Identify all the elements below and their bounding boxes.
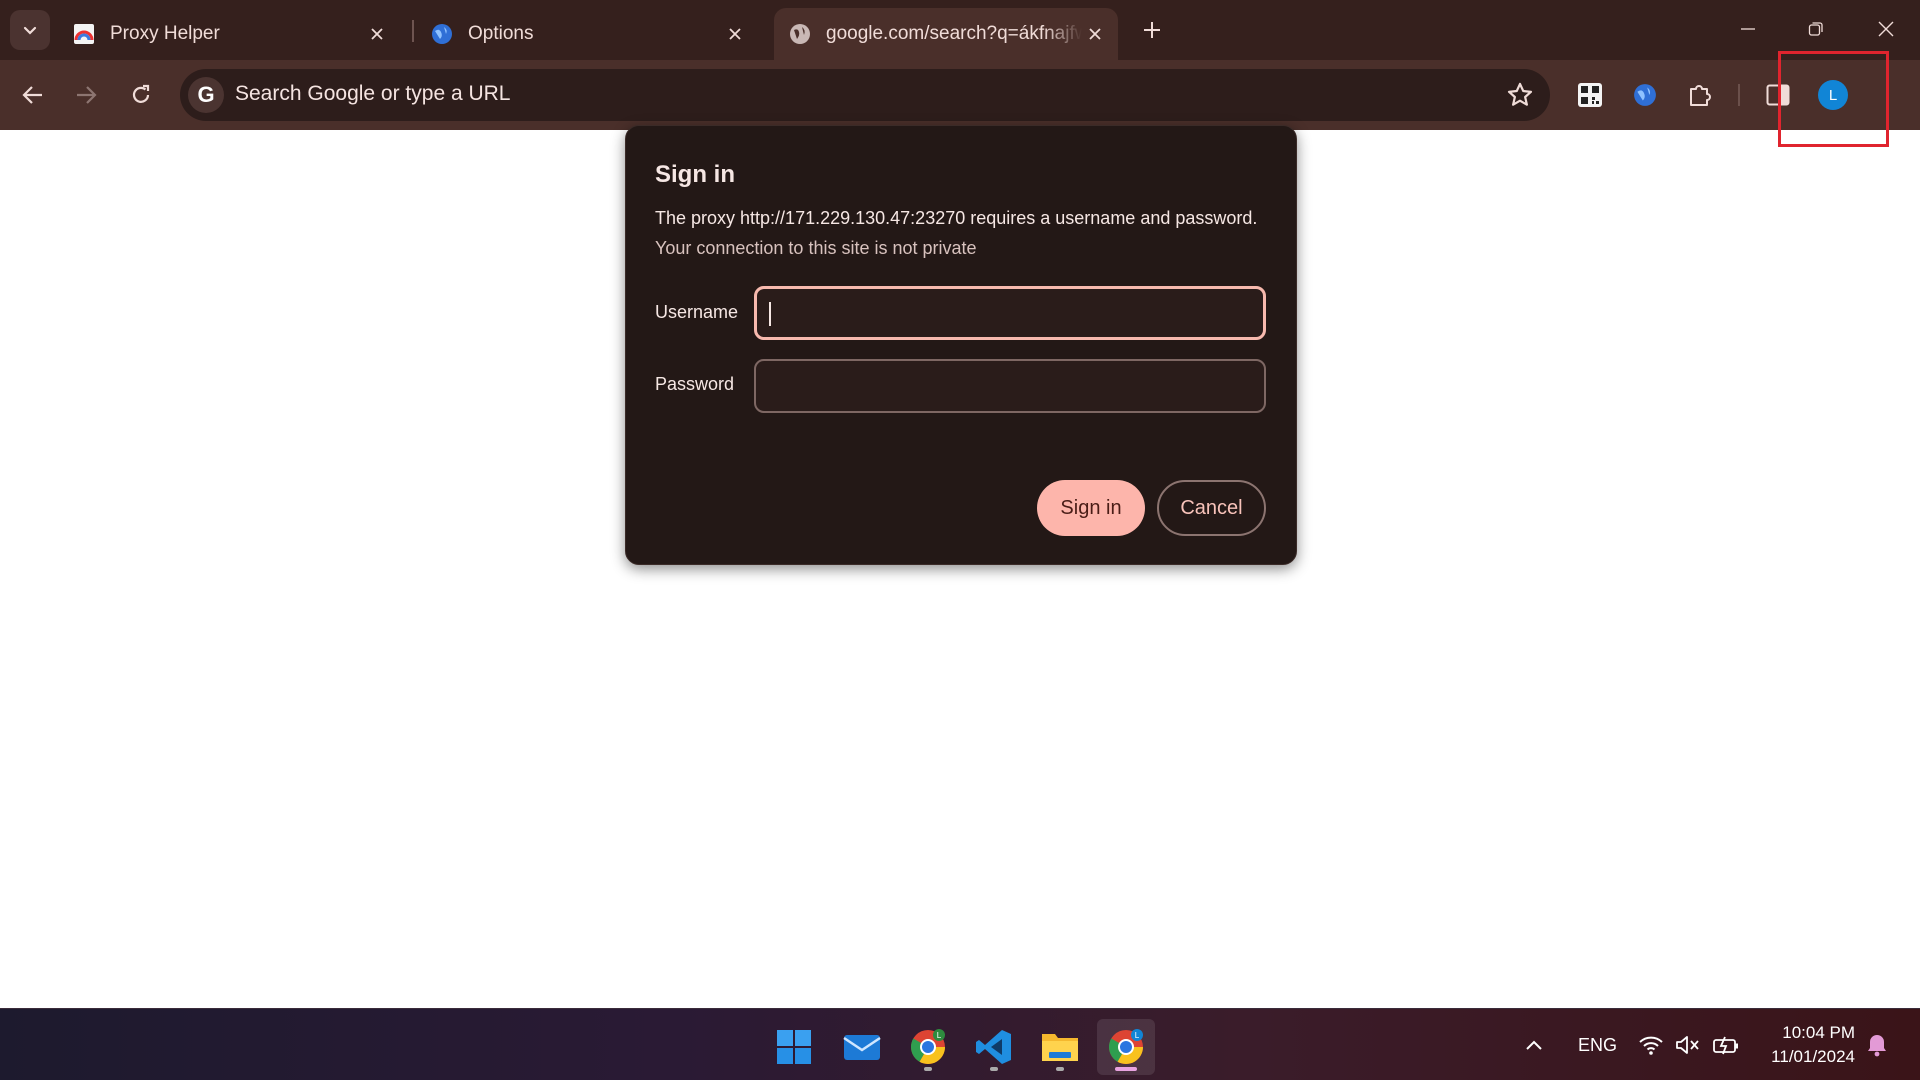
globe-icon — [430, 22, 454, 46]
clock-date: 11/01/2024 — [1771, 1047, 1855, 1066]
password-field[interactable] — [754, 359, 1266, 413]
tab-strip: Proxy Helper Options google.com/search?q… — [0, 0, 1920, 60]
extensions-puzzle-icon[interactable] — [1680, 75, 1720, 115]
restore-button[interactable] — [1782, 0, 1850, 58]
chrome-icon: L — [911, 1029, 945, 1064]
tab-proxy-helper[interactable]: Proxy Helper — [58, 8, 400, 60]
dialog-title: Sign in — [655, 161, 735, 188]
dialog-message: The proxy http://171.229.130.47:23270 re… — [655, 208, 1258, 228]
toolbar-divider — [1738, 84, 1740, 106]
chrome-icon: L — [1109, 1029, 1143, 1064]
text-caret — [769, 302, 771, 326]
proxy-helper-icon — [72, 22, 96, 46]
sign-in-button[interactable]: Sign in — [1037, 480, 1145, 536]
taskbar-mail[interactable] — [833, 1019, 891, 1075]
back-button[interactable] — [11, 73, 55, 117]
clock-time: 10:04 PM — [1782, 1023, 1855, 1042]
arrow-left-icon — [22, 86, 42, 104]
chevron-down-icon — [23, 26, 37, 35]
show-hidden-icons-button[interactable] — [1525, 1009, 1543, 1080]
close-icon[interactable] — [364, 21, 390, 47]
reload-icon — [132, 84, 150, 103]
tab-separator — [412, 20, 414, 42]
cancel-button[interactable]: Cancel — [1157, 480, 1266, 536]
tab-title: Options — [468, 23, 534, 44]
taskbar-file-explorer[interactable] — [1031, 1019, 1089, 1075]
qr-code-icon[interactable] — [1570, 75, 1610, 115]
close-icon — [1878, 21, 1894, 37]
arrow-right-icon — [77, 86, 97, 104]
close-icon[interactable] — [1082, 21, 1108, 47]
running-indicator — [1056, 1067, 1064, 1071]
wifi-icon[interactable] — [1638, 1009, 1664, 1080]
proxy-auth-dialog: Sign in The proxy http://171.229.130.47:… — [625, 125, 1297, 565]
battery-icon[interactable] — [1712, 1009, 1740, 1080]
notifications-button[interactable] — [1866, 1009, 1888, 1080]
reload-button[interactable] — [119, 73, 163, 117]
close-icon[interactable] — [722, 21, 748, 47]
running-indicator — [990, 1067, 998, 1071]
system-clock[interactable]: 10:04 PM 11/01/2024 — [1755, 1021, 1855, 1069]
globe-extension-icon[interactable] — [1625, 75, 1665, 115]
windows-icon — [777, 1030, 811, 1064]
username-field[interactable] — [754, 286, 1266, 340]
active-indicator — [1115, 1067, 1137, 1071]
svg-text:L: L — [937, 1031, 942, 1040]
new-tab-button[interactable] — [1134, 12, 1170, 48]
minimize-icon — [1741, 28, 1755, 30]
mail-icon — [843, 1035, 881, 1060]
bell-icon — [1868, 1035, 1886, 1057]
tab-google-search[interactable]: google.com/search?q=ákfnajfwqf — [774, 8, 1118, 60]
tab-title: Proxy Helper — [110, 23, 220, 44]
plus-icon — [1144, 22, 1160, 38]
close-window-button[interactable] — [1852, 0, 1920, 58]
taskbar-chrome[interactable]: L — [899, 1019, 957, 1075]
tab-title: google.com/search?q=ákfnajfwqf — [826, 23, 1082, 44]
password-label: Password — [655, 374, 735, 394]
globe-icon — [788, 22, 812, 46]
google-icon: G — [188, 77, 224, 113]
folder-icon — [1042, 1034, 1078, 1061]
tab-options[interactable]: Options — [416, 8, 758, 60]
tab-search-button[interactable] — [10, 10, 50, 50]
forward-button[interactable] — [64, 73, 108, 117]
chevron-up-icon — [1526, 1040, 1542, 1050]
taskbar: L L ENG 10:04 PM 11/01/2024 — [0, 1008, 1920, 1080]
taskbar-vscode[interactable] — [965, 1019, 1023, 1075]
address-placeholder: Search Google or type a URL — [235, 82, 511, 105]
username-label: Username — [655, 302, 739, 322]
restore-icon — [1808, 22, 1823, 36]
volume-muted-icon[interactable] — [1675, 1009, 1701, 1080]
browser-toolbar: G Search Google or type a URL L — [0, 60, 1920, 130]
star-icon[interactable] — [1506, 81, 1534, 109]
vscode-icon — [976, 1030, 1011, 1064]
highlight-box — [1778, 51, 1889, 147]
address-bar[interactable]: G Search Google or type a URL — [180, 69, 1550, 121]
start-button[interactable] — [765, 1019, 823, 1075]
language-indicator[interactable]: ENG — [1578, 1009, 1617, 1080]
svg-text:L: L — [1135, 1031, 1140, 1040]
taskbar-chrome-active[interactable]: L — [1097, 1019, 1155, 1075]
dialog-warning: Your connection to this site is not priv… — [655, 238, 977, 258]
minimize-button[interactable] — [1714, 0, 1782, 58]
running-indicator — [924, 1067, 932, 1071]
